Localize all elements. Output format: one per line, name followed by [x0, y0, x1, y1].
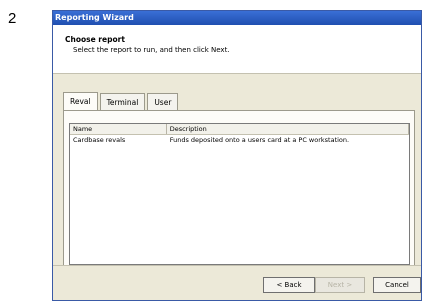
list-header: Name Description	[70, 124, 409, 135]
wizard-header: Choose report Select the report to run, …	[53, 25, 421, 74]
page-title: Choose report	[65, 35, 125, 44]
tab-user[interactable]: User	[147, 93, 179, 110]
tab-reval[interactable]: Reval	[63, 92, 98, 110]
column-header-description[interactable]: Description	[167, 124, 409, 134]
column-header-name[interactable]: Name	[70, 124, 167, 134]
report-tabs: Reval Terminal User	[63, 92, 180, 110]
cancel-button[interactable]: Cancel	[373, 277, 421, 293]
list-item[interactable]: Cardbase revals Funds deposited onto a u…	[70, 135, 409, 146]
reporting-wizard-window: Reporting Wizard Choose report Select th…	[52, 10, 422, 301]
tab-terminal[interactable]: Terminal	[99, 93, 146, 110]
button-separator	[53, 265, 421, 266]
tab-panel: Name Description Cardbase revals Funds d…	[63, 110, 415, 266]
page-subtitle: Select the report to run, and then click…	[73, 46, 230, 54]
list-item-description: Funds deposited onto a users card at a P…	[169, 136, 350, 144]
step-number: 2	[8, 10, 17, 27]
report-list[interactable]: Name Description Cardbase revals Funds d…	[69, 123, 410, 265]
list-item-name: Cardbase revals	[73, 136, 126, 144]
back-button[interactable]: < Back	[263, 277, 315, 293]
window-title: Reporting Wizard	[53, 11, 421, 25]
next-button[interactable]: Next >	[315, 277, 365, 293]
